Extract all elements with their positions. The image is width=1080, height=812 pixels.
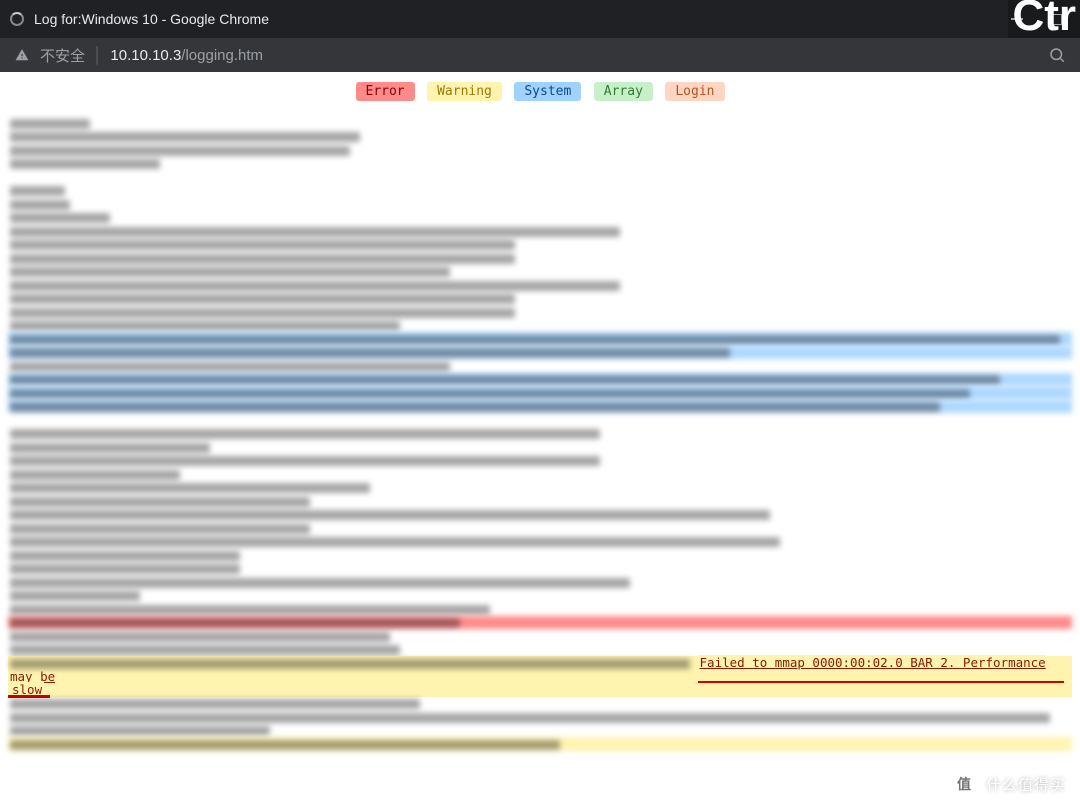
log-line xyxy=(8,278,1072,292)
separator: │ xyxy=(93,47,102,64)
log-line-error xyxy=(8,616,1072,630)
log-line xyxy=(8,305,1072,319)
filter-system[interactable]: System xyxy=(514,82,581,101)
filter-bar: Error Warning System Array Login xyxy=(0,72,1080,107)
log-line xyxy=(8,130,1072,144)
log-line xyxy=(8,251,1072,265)
log-line xyxy=(8,548,1072,562)
log-line xyxy=(8,157,1072,171)
insecure-warning-icon xyxy=(14,48,30,62)
insecure-label: 不安全 xyxy=(40,45,85,66)
log-line xyxy=(8,427,1072,441)
log-line xyxy=(8,697,1072,711)
log-line xyxy=(8,170,1072,184)
filter-login[interactable]: Login xyxy=(665,82,724,101)
log-line xyxy=(8,454,1072,468)
log-line xyxy=(8,292,1072,306)
log-line xyxy=(8,413,1072,427)
log-line xyxy=(8,184,1072,198)
log-line xyxy=(8,710,1072,724)
log-line xyxy=(8,359,1072,373)
watermark-text: 什么值得买 xyxy=(986,774,1066,795)
log-line xyxy=(8,562,1072,576)
watermark: 值 什么值得买 xyxy=(950,770,1066,798)
log-line-system xyxy=(8,386,1072,400)
log-line xyxy=(8,724,1072,738)
loading-spinner-icon xyxy=(10,12,24,26)
log-line xyxy=(8,467,1072,481)
log-line xyxy=(8,143,1072,157)
filter-error[interactable]: Error xyxy=(356,82,415,101)
log-line xyxy=(8,116,1072,130)
log-line xyxy=(8,481,1072,495)
log-line-system xyxy=(8,400,1072,414)
log-line xyxy=(8,508,1072,522)
filter-warning[interactable]: Warning xyxy=(427,82,502,101)
log-line-system xyxy=(8,373,1072,387)
log-line-warning: Failed to mmap 0000:00:02.0 BAR 2. Perfo… xyxy=(8,656,1072,683)
log-line-warning: slow xyxy=(8,683,1072,697)
address-path: /logging.htm xyxy=(181,47,263,64)
log-line xyxy=(8,589,1072,603)
address-host: 10.10.10.3 xyxy=(110,47,181,64)
log-line xyxy=(8,319,1072,333)
log-line xyxy=(8,197,1072,211)
log-line xyxy=(8,602,1072,616)
log-line xyxy=(8,575,1072,589)
log-line xyxy=(8,265,1072,279)
log-line-warning xyxy=(8,737,1072,751)
log-line xyxy=(8,211,1072,225)
log-line xyxy=(8,494,1072,508)
log-line xyxy=(8,440,1072,454)
watermark-badge: 值 xyxy=(950,770,978,798)
keyboard-hint-overlay: Ctr xyxy=(1008,0,1080,38)
address-bar[interactable]: 不安全 │ 10.10.10.3/logging.htm xyxy=(0,38,1080,72)
log-line xyxy=(8,643,1072,657)
log-line xyxy=(8,238,1072,252)
page-content: Error Warning System Array Login xyxy=(0,72,1080,812)
log-line xyxy=(8,629,1072,643)
window-title: Log for:Windows 10 - Google Chrome xyxy=(34,11,1011,27)
log-line xyxy=(8,224,1072,238)
log-line-system xyxy=(8,346,1072,360)
log-line xyxy=(8,521,1072,535)
filter-array[interactable]: Array xyxy=(594,82,653,101)
log-line-system xyxy=(8,332,1072,346)
search-icon[interactable] xyxy=(1048,46,1066,64)
log-area[interactable]: Failed to mmap 0000:00:02.0 BAR 2. Perfo… xyxy=(8,116,1072,812)
log-line xyxy=(8,535,1072,549)
window-titlebar: Log for:Windows 10 - Google Chrome Ctr xyxy=(0,0,1080,38)
